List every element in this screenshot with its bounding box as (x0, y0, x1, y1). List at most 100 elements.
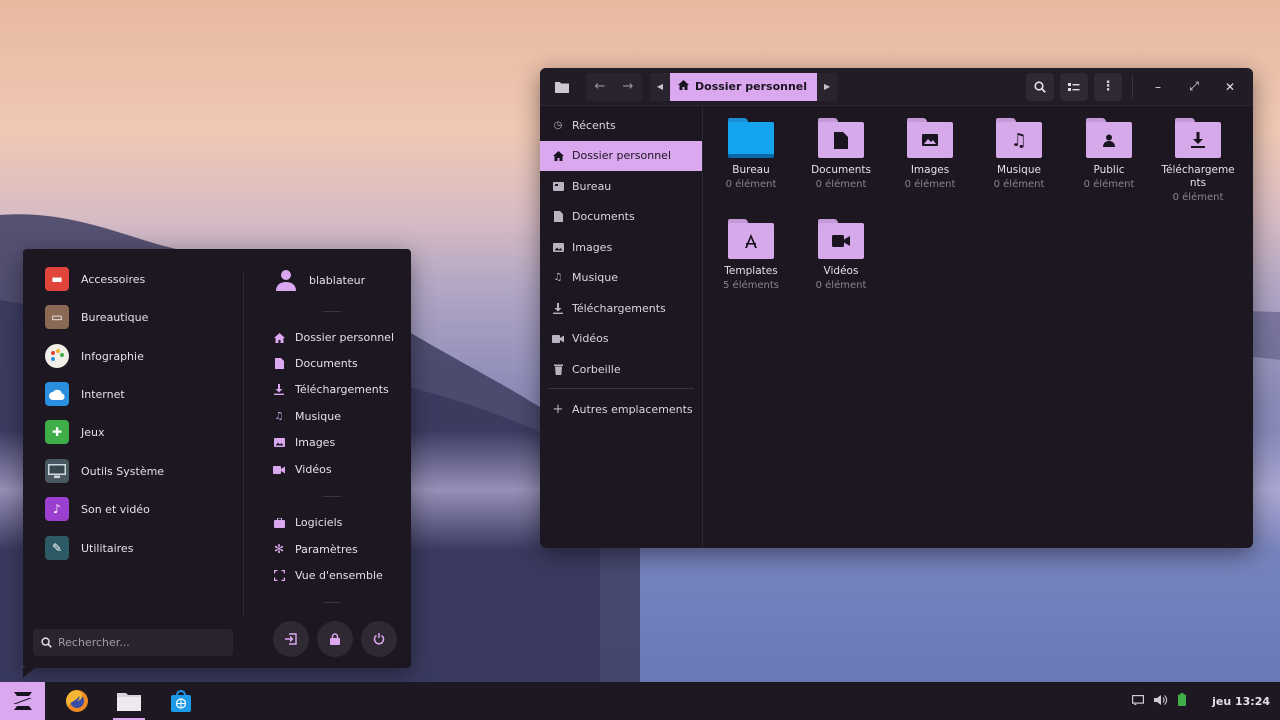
desktop-folder-icon (728, 118, 774, 158)
sidebar-item-trash[interactable]: Corbeille (540, 354, 702, 385)
sidebar-separator (548, 387, 694, 389)
folder-item-telechargements[interactable]: Téléchargements 0 élément (1155, 118, 1241, 203)
place-label: Paramètres (295, 542, 358, 556)
sidebar-item-documents[interactable]: Documents (540, 202, 702, 233)
folder-count: 0 élément (904, 179, 956, 190)
folder-item-templates[interactable]: Templates 5 éléments (708, 219, 794, 291)
path-left-arrow[interactable]: ◀ (650, 72, 670, 101)
lock-button[interactable] (317, 621, 353, 657)
battery-icon[interactable] (1178, 693, 1187, 709)
folder-app-icon (548, 73, 576, 101)
forward-button[interactable]: → (614, 73, 642, 101)
place-documents[interactable]: Documents (273, 357, 358, 370)
system-parametres[interactable]: ✻ Paramètres (273, 542, 358, 556)
zorin-menu-button[interactable] (0, 682, 45, 720)
menu-search[interactable] (33, 629, 233, 656)
folder-item-musique[interactable]: ♫ Musique 0 élément (976, 118, 1062, 190)
sidebar-item-downloads[interactable]: Téléchargements (540, 293, 702, 324)
arrow-right-icon: → (622, 79, 634, 94)
search-icon (1034, 80, 1046, 93)
sidebar-item-home[interactable]: Dossier personnel (540, 140, 702, 171)
utilities-icon: ✎ (45, 536, 69, 560)
sidebar-item-videos[interactable]: Vidéos (540, 324, 702, 355)
minimize-button[interactable]: – (1143, 73, 1173, 101)
system-logiciels[interactable]: Logiciels (273, 516, 342, 529)
overview-icon (273, 570, 285, 581)
sidebar-item-label: Dossier personnel (572, 149, 672, 163)
taskbar-files[interactable] (109, 682, 149, 720)
desktop-icon (552, 180, 564, 192)
category-jeux[interactable]: ✚ Jeux (45, 420, 105, 444)
folder-count: 0 élément (1172, 192, 1224, 203)
plus-icon: + (552, 402, 564, 418)
folder-item-public[interactable]: Public 0 élément (1066, 118, 1152, 190)
place-label: Dossier personnel (295, 331, 395, 344)
user-entry[interactable]: blablateur (275, 269, 365, 291)
folder-name: Musique (997, 164, 1041, 176)
system-vue-ensemble[interactable]: Vue d'ensemble (273, 569, 383, 582)
category-son-et-video[interactable]: ♪ Son et vidéo (45, 497, 150, 521)
category-outils-systeme[interactable]: Outils Système (45, 459, 164, 483)
user-name: blablateur (309, 273, 366, 287)
templates-folder-icon (728, 219, 774, 259)
back-button[interactable]: ← (586, 73, 614, 101)
place-dossier-personnel[interactable]: Dossier personnel (273, 331, 394, 344)
place-label: Documents (295, 357, 358, 370)
category-bureautique[interactable]: ▭ Bureautique (45, 305, 148, 329)
sidebar-item-other-locations[interactable]: + Autres emplacements (540, 395, 702, 426)
taskbar-software-store[interactable] (161, 682, 201, 720)
folder-item-bureau[interactable]: Bureau 0 élément (708, 118, 794, 190)
search-input[interactable] (58, 636, 218, 649)
maximize-button[interactable]: ⤢ (1179, 73, 1209, 101)
place-musique[interactable]: ♫ Musique (273, 410, 341, 423)
sidebar-item-recents[interactable]: ◷ Récents (540, 110, 702, 141)
folder-item-images[interactable]: Images 0 élément (887, 118, 973, 190)
file-manager-body: ◷ Récents Dossier personnel Bureau Docum… (540, 106, 1253, 548)
sidebar-item-images[interactable]: Images (540, 232, 702, 263)
sidebar-item-desktop[interactable]: Bureau (540, 171, 702, 202)
view-list-button[interactable] (1060, 72, 1088, 101)
files-icon (117, 693, 141, 711)
logout-button[interactable] (273, 621, 309, 657)
volume-icon[interactable] (1154, 694, 1168, 709)
category-utilitaires[interactable]: ✎ Utilitaires (45, 536, 133, 560)
category-internet[interactable]: Internet (45, 382, 125, 406)
power-button[interactable] (361, 621, 397, 657)
notification-icon[interactable] (1132, 694, 1145, 708)
category-label: Infographie (81, 349, 144, 363)
folder-item-documents[interactable]: Documents 0 élément (798, 118, 884, 190)
settings-icon: ✻ (273, 542, 285, 556)
folder-name: Public (1093, 164, 1125, 176)
document-icon (273, 358, 285, 369)
header-bar: ← → ◀ Dossier personnel ▶ ⋮ – ⤢ ✕ (540, 68, 1253, 106)
sidebar-item-label: Bureau (572, 179, 612, 193)
clock[interactable]: jeu 13:24 (1212, 695, 1270, 708)
header-actions: ⋮ – ⤢ ✕ (1026, 72, 1245, 101)
place-label: Images (295, 436, 336, 449)
close-button[interactable]: ✕ (1215, 73, 1245, 101)
category-infographie[interactable]: Infographie (45, 344, 144, 368)
menu-separator (323, 311, 341, 312)
place-videos[interactable]: Vidéos (273, 463, 332, 476)
user-avatar-icon (275, 269, 297, 291)
folder-item-videos[interactable]: Vidéos 0 élément (798, 219, 884, 291)
documents-folder-icon (818, 118, 864, 158)
music-icon: ♫ (274, 411, 284, 422)
category-accessoires[interactable]: ▬ Accessoires (45, 267, 145, 291)
taskbar-firefox[interactable] (57, 682, 97, 720)
minimize-icon: – (1155, 79, 1161, 94)
office-icon: ▭ (45, 305, 69, 329)
place-telechargements[interactable]: Téléchargements (273, 383, 389, 396)
sidebar-item-music[interactable]: ♫ Musique (540, 263, 702, 294)
folder-name: Templates (724, 265, 778, 277)
image-icon (273, 438, 285, 447)
menu-button[interactable]: ⋮ (1094, 72, 1122, 101)
place-images[interactable]: Images (273, 436, 335, 449)
category-label: Outils Système (81, 464, 165, 478)
download-icon (552, 302, 564, 314)
system-tray: jeu 13:24 (1132, 693, 1280, 709)
lock-icon (330, 633, 340, 645)
search-button[interactable] (1026, 72, 1054, 101)
path-right-arrow[interactable]: ▶ (817, 72, 838, 101)
path-crumb-home[interactable]: Dossier personnel (670, 72, 818, 101)
